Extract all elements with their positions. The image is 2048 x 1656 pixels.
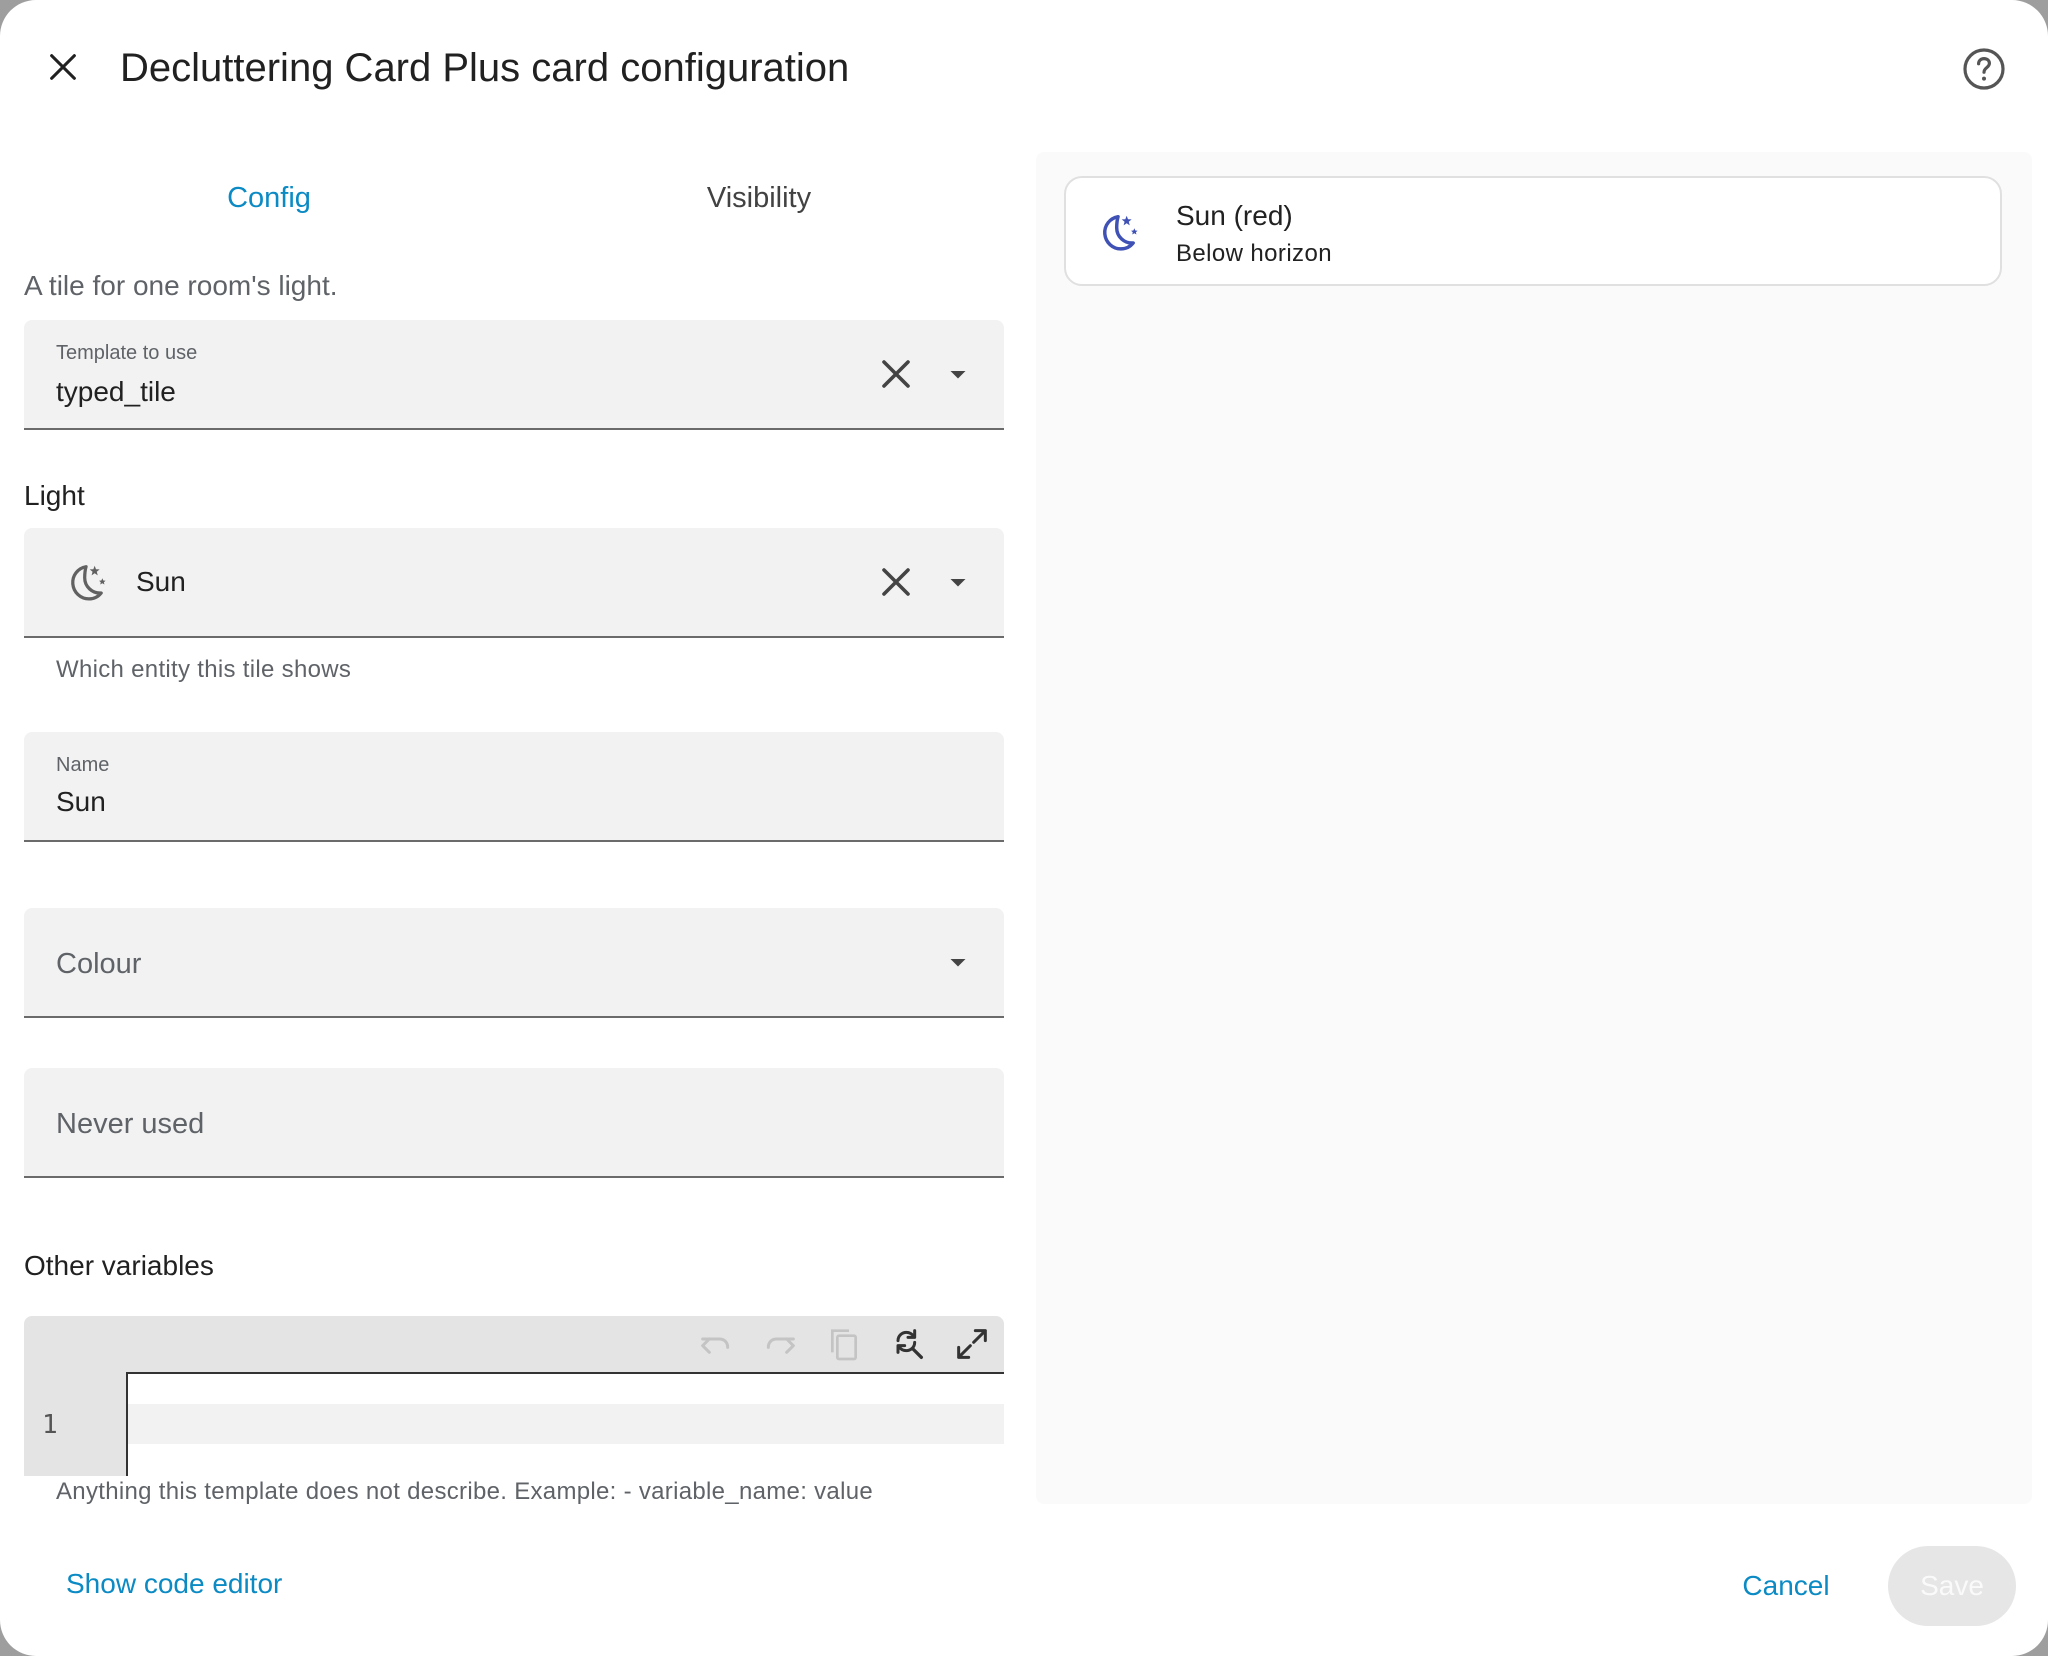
show-code-editor-button[interactable]: Show code editor bbox=[66, 1568, 282, 1600]
card-config-dialog: Decluttering Card Plus card configuratio… bbox=[0, 0, 2048, 1656]
config-tabs: Config Visibility bbox=[24, 150, 1004, 246]
weather-night-icon bbox=[1103, 214, 1138, 251]
find-replace-button[interactable] bbox=[888, 1324, 928, 1364]
name-input[interactable]: Name Sun bbox=[24, 732, 1004, 842]
light-section-label: Light bbox=[24, 480, 85, 511]
menu-down-icon bbox=[950, 579, 966, 587]
close-icon bbox=[882, 568, 910, 596]
redo-icon bbox=[766, 1337, 795, 1354]
name-label: Name bbox=[56, 754, 110, 776]
template-clear-button[interactable] bbox=[872, 350, 920, 398]
template-select[interactable]: Template to use typed_tile bbox=[24, 320, 1004, 430]
other-variables-label: Other variables bbox=[24, 1250, 214, 1281]
never-used-placeholder: Never used bbox=[56, 1108, 205, 1140]
template-value: typed_tile bbox=[56, 376, 176, 407]
template-dropdown-button[interactable] bbox=[940, 356, 976, 392]
line-number: 1 bbox=[42, 1410, 58, 1440]
help-button[interactable] bbox=[1960, 45, 2008, 93]
other-variables-helper-text: Anything this template does not describe… bbox=[56, 1478, 874, 1505]
never-used-input[interactable]: Never used bbox=[24, 1068, 1004, 1178]
fullscreen-button[interactable] bbox=[952, 1324, 992, 1364]
light-clear-button[interactable] bbox=[872, 558, 920, 606]
weather-night-icon bbox=[71, 565, 106, 601]
tab-config[interactable]: Config bbox=[24, 150, 514, 246]
other-variables-code-editor: 1 bbox=[24, 1316, 1004, 1476]
dialog-title: Decluttering Card Plus card configuratio… bbox=[120, 46, 850, 90]
light-dropdown-button[interactable] bbox=[940, 564, 976, 600]
undo-icon bbox=[701, 1337, 730, 1354]
card-preview-panel: Sun (red) Below horizon bbox=[1036, 152, 2032, 1504]
code-gutter: 1 bbox=[24, 1372, 126, 1476]
colour-dropdown-button[interactable] bbox=[940, 944, 976, 980]
preview-tile-card[interactable]: Sun (red) Below horizon bbox=[1064, 176, 2002, 286]
help-circle-icon bbox=[1963, 48, 2005, 90]
active-code-line[interactable] bbox=[128, 1404, 1004, 1444]
fullscreen-icon bbox=[957, 1329, 987, 1359]
template-label: Template to use bbox=[56, 342, 198, 364]
copy-icon bbox=[831, 1329, 857, 1361]
save-button[interactable]: Save bbox=[1888, 1546, 2016, 1626]
light-entity-value: Sun bbox=[136, 566, 186, 597]
close-icon bbox=[882, 360, 910, 388]
redo-button[interactable] bbox=[760, 1324, 800, 1364]
menu-down-icon bbox=[950, 371, 966, 379]
light-entity-picker[interactable]: Sun bbox=[24, 528, 1004, 638]
find-replace-icon bbox=[896, 1329, 923, 1359]
card-description: A tile for one room's light. bbox=[24, 270, 338, 301]
name-value: Sun bbox=[56, 786, 106, 817]
undo-button[interactable] bbox=[696, 1324, 736, 1364]
close-button[interactable] bbox=[38, 42, 88, 92]
code-editor-toolbar bbox=[24, 1316, 1004, 1372]
menu-down-icon bbox=[950, 959, 966, 967]
colour-select[interactable]: Colour bbox=[24, 908, 1004, 1018]
preview-tile-state: Below horizon bbox=[1176, 240, 1332, 267]
colour-placeholder: Colour bbox=[56, 948, 142, 980]
preview-tile-name: Sun (red) bbox=[1176, 200, 1293, 231]
cancel-button[interactable]: Cancel bbox=[1724, 1548, 1848, 1624]
code-input-area[interactable] bbox=[126, 1372, 1004, 1476]
light-helper-text: Which entity this tile shows bbox=[56, 656, 352, 683]
close-icon bbox=[50, 54, 76, 80]
copy-button[interactable] bbox=[824, 1324, 864, 1364]
tab-visibility[interactable]: Visibility bbox=[514, 150, 1004, 246]
